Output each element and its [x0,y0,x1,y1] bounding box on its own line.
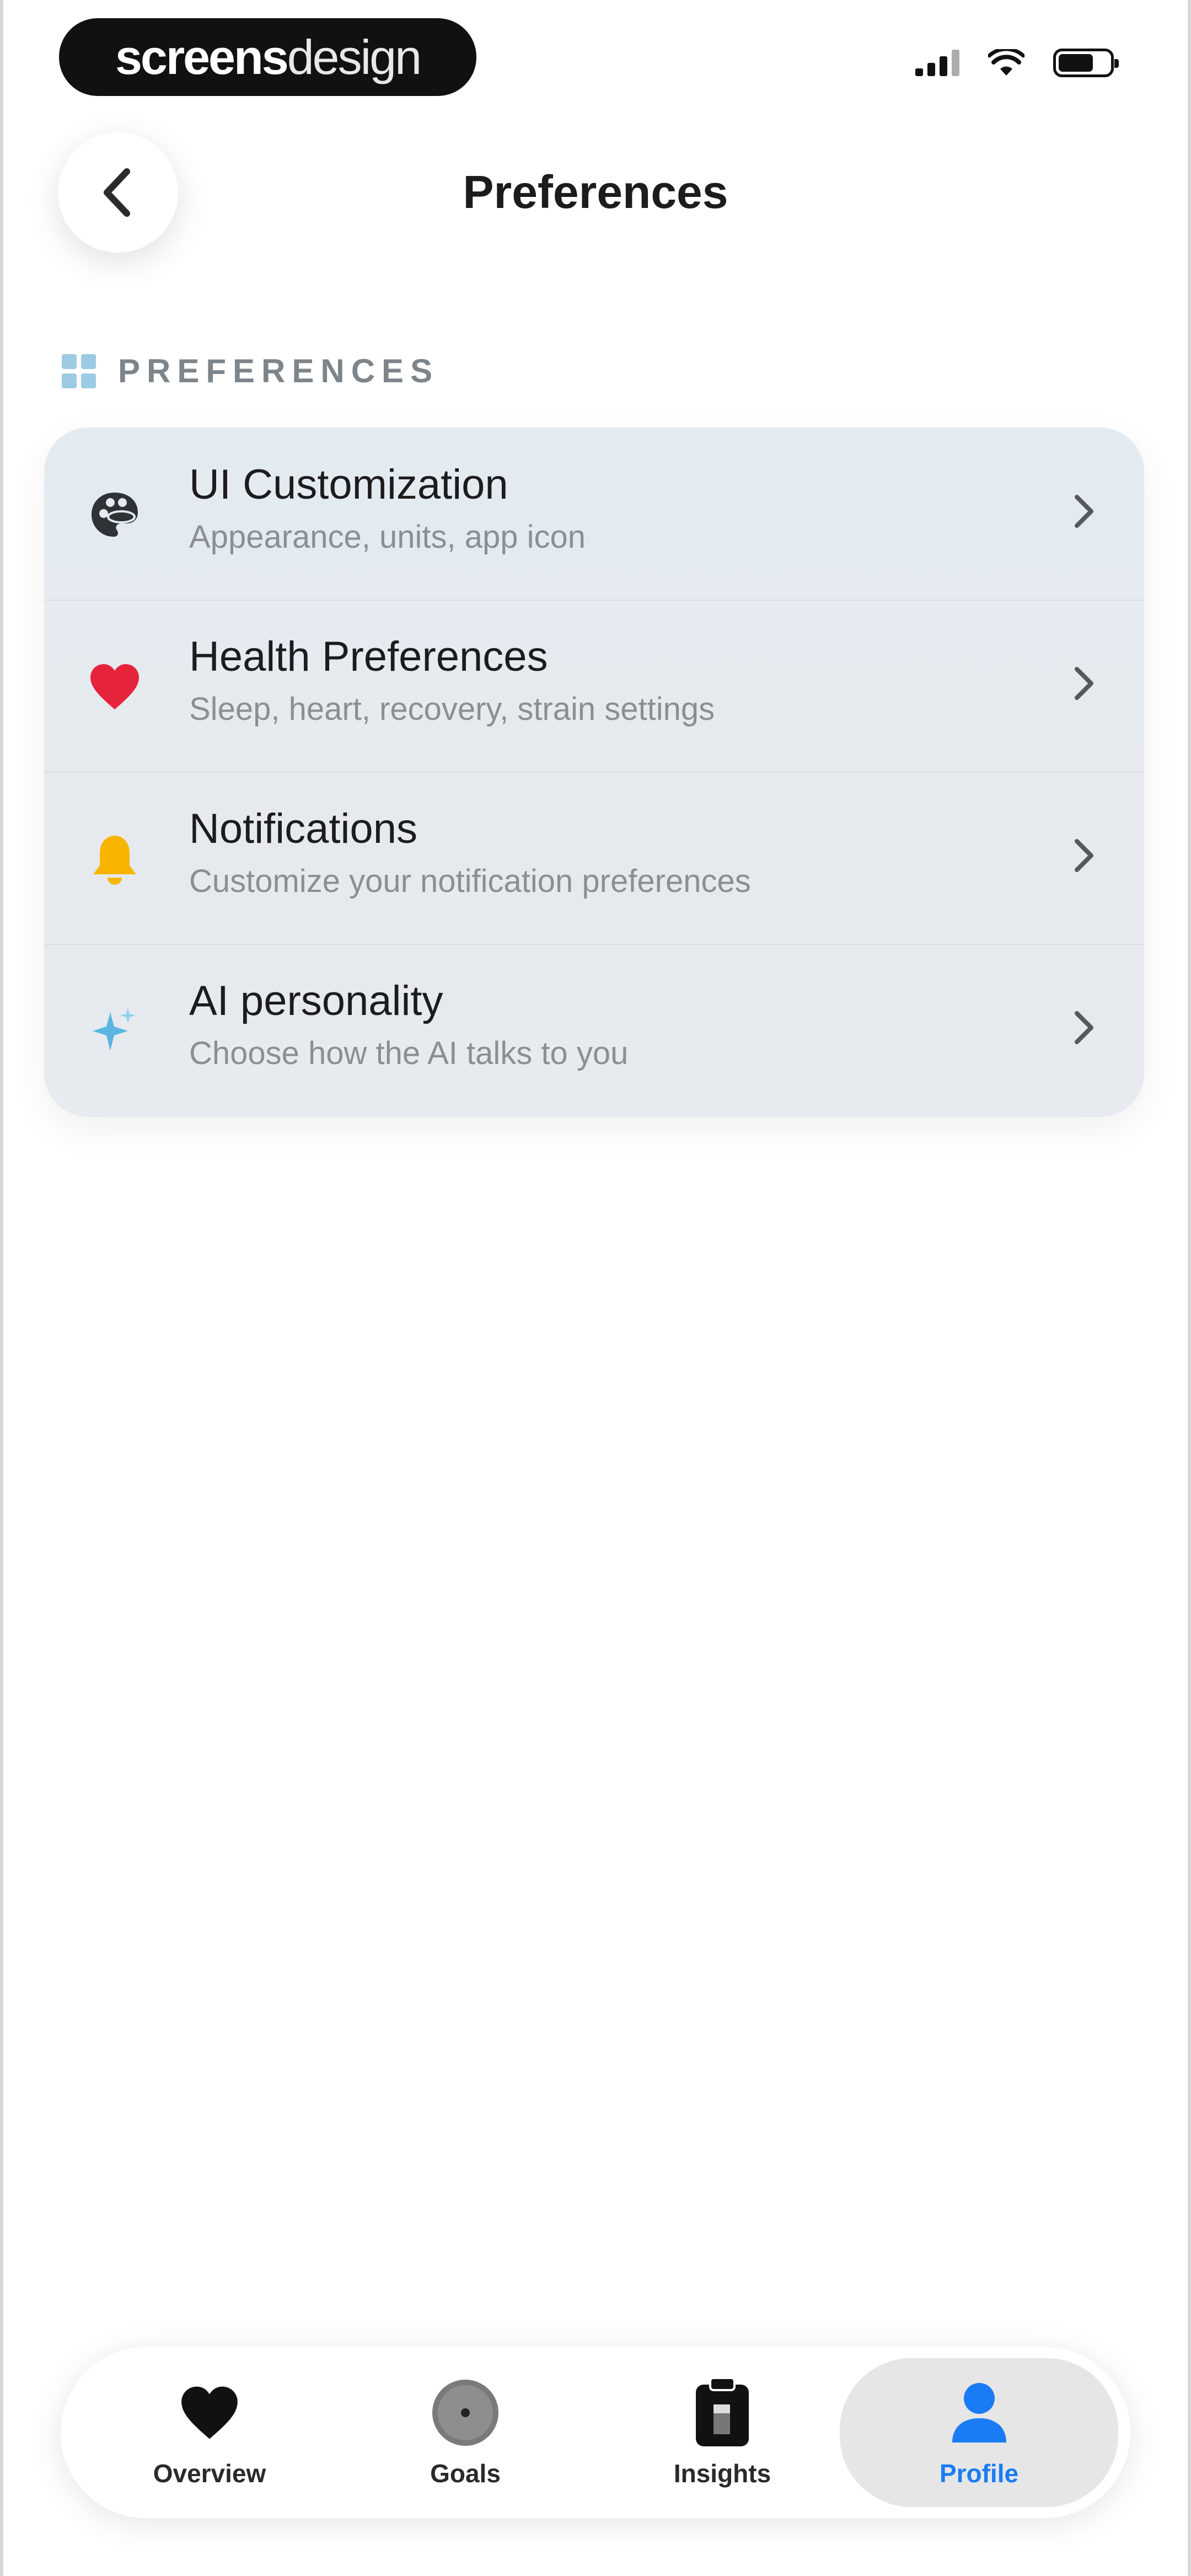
tab-goals[interactable]: Goals [333,2347,598,2518]
section-header: PREFERENCES [62,352,439,390]
cellular-signal-icon [915,50,959,76]
sparkle-icon [88,1004,141,1057]
item-subtitle: Customize your notification preferences [189,863,751,899]
heart-icon [88,660,141,713]
chevron-right-icon [1075,495,1093,528]
list-item-ui-customization[interactable]: UI Customization Appearance, units, app … [44,427,1144,600]
clipboard-icon [686,2377,758,2449]
list-item-ai-personality[interactable]: AI personality Choose how the AI talks t… [44,944,1144,1116]
preferences-list: UI Customization Appearance, units, app … [44,427,1144,1117]
item-title: Health Preferences [189,633,548,680]
person-icon [943,2377,1015,2449]
item-subtitle: Choose how the AI talks to you [189,1035,629,1071]
item-subtitle: Sleep, heart, recovery, strain settings [189,691,715,727]
item-title: AI personality [189,977,443,1024]
heart-icon [174,2377,245,2449]
target-icon [430,2377,501,2449]
tab-profile[interactable]: Profile [840,2358,1118,2507]
brand-badge: screens design [59,18,476,96]
brand-text-bold: screens [115,29,289,84]
item-title: Notifications [189,805,417,852]
chevron-right-icon [1075,667,1093,700]
tab-label: Goals [430,2459,501,2488]
tab-bar: Overview Goals Insights Profile [61,2347,1130,2518]
item-subtitle: Appearance, units, app icon [189,519,586,555]
page-title: Preferences [463,166,728,218]
list-item-health-preferences[interactable]: Health Preferences Sleep, heart, recover… [44,600,1144,772]
section-title: PREFERENCES [118,352,439,389]
brand-text-light: design [287,29,422,84]
list-item-notifications[interactable]: Notifications Customize your notificatio… [44,772,1144,944]
chevron-right-icon [1075,839,1093,872]
tab-label: Profile [939,2459,1019,2488]
tab-label: Insights [673,2459,771,2488]
status-icons [915,49,1119,77]
tab-label: Overview [153,2459,266,2488]
battery-icon [1053,49,1119,77]
grid-icon [62,354,96,388]
bell-icon [88,832,141,885]
wifi-icon [988,49,1024,76]
chevron-right-icon [1075,1011,1093,1044]
tab-insights[interactable]: Insights [590,2347,855,2518]
tab-overview[interactable]: Overview [77,2347,342,2518]
palette-icon [88,488,141,541]
item-title: UI Customization [189,461,508,508]
